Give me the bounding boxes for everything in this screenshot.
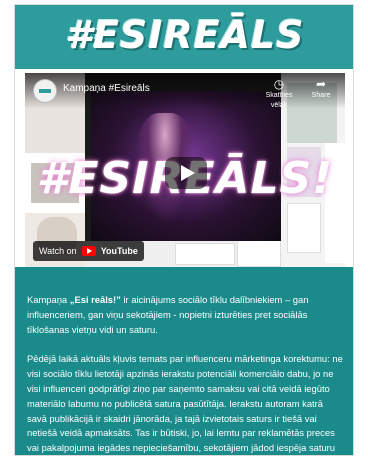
- watch-later-button[interactable]: ◷ Skatīties vēlāk: [259, 77, 299, 111]
- watch-on-youtube-button[interactable]: Watch on YouTube: [33, 241, 144, 261]
- youtube-wordmark: YouTube: [100, 246, 138, 256]
- youtube-icon: [81, 246, 96, 256]
- youtube-embed[interactable]: Kampaņa #Esireāls ◷ Skatīties vēlāk ➦ Sh…: [25, 73, 345, 267]
- watch-on-label: Watch on: [39, 246, 77, 256]
- campaign-name: „Esi reāls!”: [69, 294, 121, 305]
- intro-paragraph: Kampaņa „Esi reāls!” ir aicinājums sociā…: [27, 294, 309, 335]
- video-title[interactable]: Kampaņa #Esireāls: [63, 83, 150, 94]
- body-paragraph: Pēdējā laikā aktuāls kļuvis temats par i…: [27, 353, 343, 454]
- channel-avatar[interactable]: [33, 79, 57, 103]
- header-band: #ESIREĀLS: [15, 5, 353, 69]
- campaign-logo: #ESIREĀLS: [65, 13, 305, 57]
- clock-icon: ◷: [273, 77, 285, 91]
- article-card: #ESIREĀLS Kampaņa #Esireāls ◷ Skatīties …: [14, 4, 354, 456]
- play-button[interactable]: [165, 157, 207, 189]
- share-button[interactable]: ➦ Share: [301, 77, 341, 101]
- share-icon: ➦: [315, 77, 327, 91]
- article-body: Kampaņa „Esi reāls!” ir aicinājums sociā…: [15, 267, 353, 455]
